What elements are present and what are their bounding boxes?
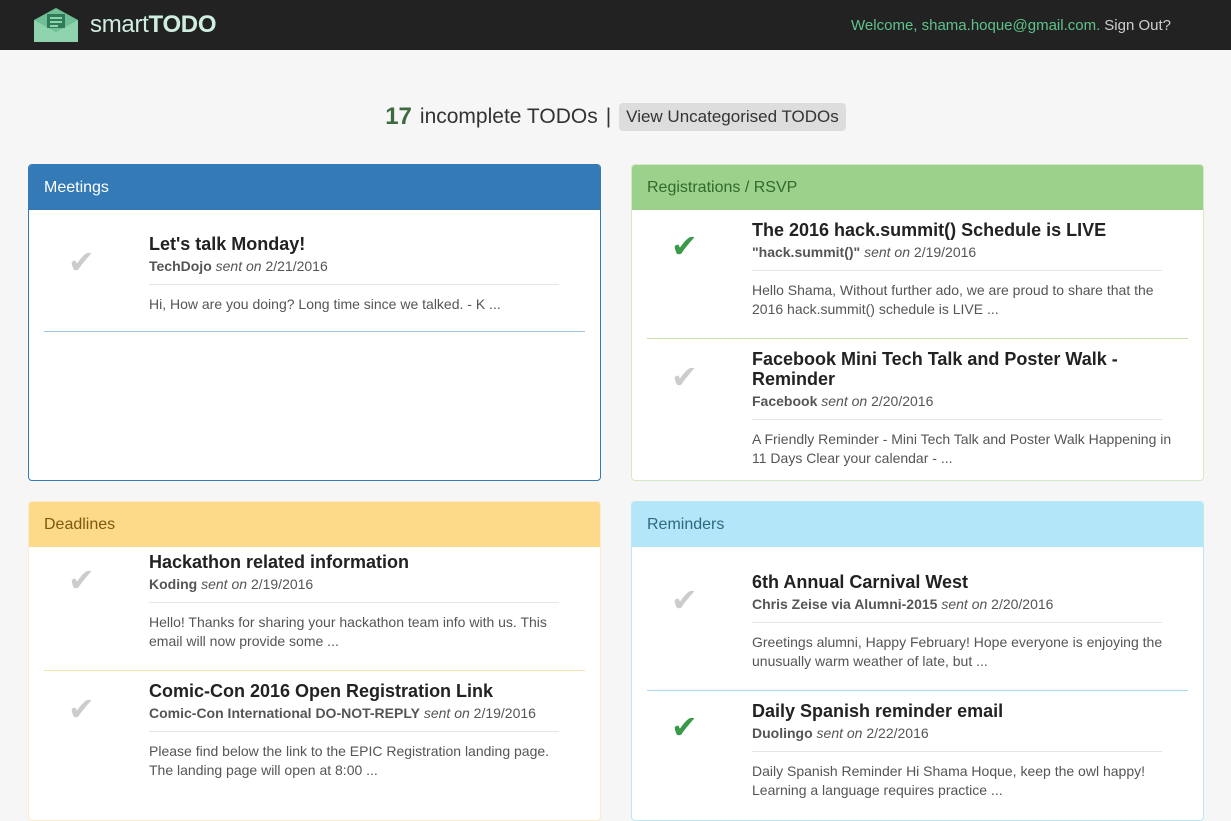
meetings-heading: Meetings [29,165,600,210]
checkmark-icon[interactable]: ✔ [671,711,698,743]
todo-snippet: Please find below the link to the EPIC R… [149,743,550,778]
todo-snippet: Hello Shama, Without further ado, we are… [752,282,1154,317]
view-uncategorised-button[interactable]: View Uncategorised TODOs [619,103,846,131]
todo-title: Comic-Con 2016 Open Registration Link [149,681,494,701]
todo-meta: Facebook sent on 2/20/2016 [752,393,1162,420]
todo-snippet: A Friendly Reminder - Mini Tech Talk and… [752,431,1172,466]
registrations-heading: Registrations / RSVP [632,165,1203,210]
todo-title: Facebook Mini Tech Talk and Poster Walk … [752,349,1118,389]
todo-snippet: Hi, How are you doing? Long time since w… [149,296,501,312]
todo-meta: "hack.summit()" sent on 2/19/2016 [752,244,1162,271]
todo-item[interactable]: ✔ Let's talk Monday! TechDojo sent on 2/… [44,210,585,332]
todo-item[interactable]: ✔ 6th Annual Carnival West Chris Zeise v… [647,547,1188,691]
signout-link[interactable]: Sign Out? [1104,17,1171,34]
checkmark-icon[interactable]: ✔ [671,230,698,262]
welcome-text: Welcome, shama.hoque@gmail.com. [851,16,1101,34]
brand-name-light: smart [90,11,149,38]
deadlines-heading: Deadlines [29,502,600,547]
todo-title: Daily Spanish reminder email [752,701,1004,721]
sent-label: sent on [816,725,863,741]
reminders-heading: Reminders [632,502,1203,547]
incomplete-label: incomplete TODOs [419,105,598,128]
todo-sender: Koding [149,576,198,592]
brand[interactable]: smartTODO [32,6,217,44]
todo-meta: Koding sent on 2/19/2016 [149,576,559,603]
todo-title: 6th Annual Carnival West [752,572,969,592]
todo-title: Hackathon related information [149,552,410,572]
reminders-panel: Reminders ✔ 6th Annual Carnival West Chr… [631,501,1204,821]
checkmark-icon[interactable]: ✔ [68,564,95,596]
todo-sender: Chris Zeise via Alumni-2015 [752,596,938,612]
checkmark-icon[interactable]: ✔ [68,693,95,725]
deadlines-panel: Deadlines ✔ Hackathon related informatio… [28,501,601,821]
todo-sender: "hack.summit()" [752,244,861,260]
todo-date: 2/21/2016 [265,258,328,274]
meetings-panel: Meetings ✔ Let's talk Monday! TechDojo s… [28,164,601,481]
todo-date: 2/20/2016 [991,596,1054,612]
todo-date: 2/19/2016 [913,244,977,260]
todo-item[interactable]: ✔ The 2016 hack.summit() Schedule is LIV… [647,210,1188,339]
todo-meta: Chris Zeise via Alumni-2015 sent on 2/20… [752,596,1162,623]
sent-label: sent on [821,393,868,409]
todo-title: The 2016 hack.summit() Schedule is LIVE [752,220,1107,240]
envelope-logo-icon [34,8,78,42]
todo-date: 2/20/2016 [871,393,934,409]
sent-label: sent on [201,576,248,592]
brand-name-bold: TODO [148,11,217,38]
todo-date: 2/19/2016 [250,576,314,592]
todo-item[interactable]: ✔ Comic-Con 2016 Open Registration Link … [44,671,585,780]
todo-item[interactable]: ✔ Facebook Mini Tech Talk and Poster Wal… [647,339,1188,468]
sent-label: sent on [215,258,262,274]
todo-item[interactable]: ✔ Daily Spanish reminder email Duolingo … [647,691,1188,800]
todo-meta: Comic-Con International DO-NOT-REPLY sen… [149,705,559,732]
sent-label: sent on [941,596,988,612]
user-area: Welcome, shama.hoque@gmail.com. Sign Out… [851,17,1171,34]
summary-separator: | [605,105,612,128]
todo-sender: Comic-Con International DO-NOT-REPLY [149,705,420,721]
sent-label: sent on [423,705,470,721]
checkmark-icon[interactable]: ✔ [68,246,95,278]
incomplete-count: 17 [385,103,412,130]
sent-label: sent on [864,244,911,260]
registrations-panel: Registrations / RSVP ✔ The 2016 hack.sum… [631,164,1204,481]
todo-snippet: Daily Spanish Reminder Hi Shama Hoque, k… [752,763,1145,798]
checkmark-icon[interactable]: ✔ [671,584,698,616]
todo-date: 2/19/2016 [473,705,536,721]
todo-meta: Duolingo sent on 2/22/2016 [752,725,1162,752]
todo-item[interactable]: ✔ Hackathon related information Koding s… [44,547,585,671]
todo-title: Let's talk Monday! [149,234,306,254]
todo-snippet: Hello! Thanks for sharing your hackathon… [149,614,547,649]
todo-sender: Facebook [752,393,818,409]
todo-snippet: Greetings alumni, Happy February! Hope e… [752,634,1163,669]
todo-sender: Duolingo [752,725,813,741]
brand-name: smartTODO [90,11,217,39]
todo-meta: TechDojo sent on 2/21/2016 [149,258,559,285]
todo-sender: TechDojo [149,258,212,274]
checkmark-icon[interactable]: ✔ [671,361,698,393]
todo-date: 2/22/2016 [866,725,929,741]
navbar: smartTODO Welcome, shama.hoque@gmail.com… [0,0,1231,50]
todo-summary: 17 incomplete TODOs | View Uncategorised… [0,103,1231,131]
